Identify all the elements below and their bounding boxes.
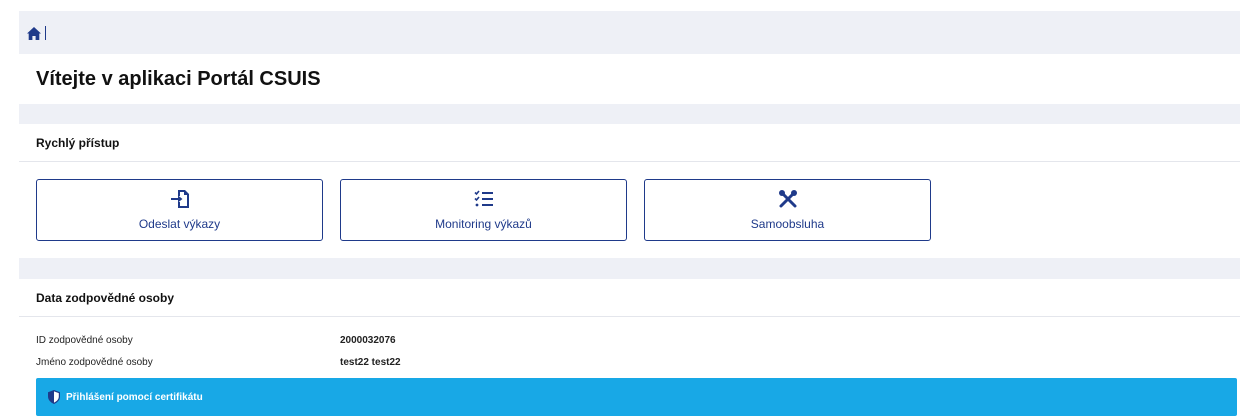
person-id-row: ID zodpovědné osoby 2000032076: [36, 335, 396, 346]
shield-icon: [48, 390, 60, 404]
breadcrumb: [27, 25, 46, 41]
send-reports-tile[interactable]: Odeslat výkazy: [36, 179, 323, 241]
title-card: Vítejte v aplikaci Portál CSUIS: [19, 54, 1240, 104]
page-frame: Vítejte v aplikaci Portál CSUIS Rychlý p…: [19, 11, 1240, 416]
quick-access-tiles: Odeslat výkazy Monitoring výkazů Samoobs…: [36, 179, 931, 241]
tools-icon: [778, 190, 797, 208]
responsible-person-card: Data zodpovědné osoby ID zodpovědné osob…: [19, 279, 1240, 416]
quick-access-header: Rychlý přístup: [19, 124, 1240, 162]
quick-access-card: Rychlý přístup Odeslat výkazy Monitoring…: [19, 124, 1240, 258]
certificate-login-bar: Přihlášení pomocí certifikátu: [36, 378, 1237, 416]
page-title: Vítejte v aplikaci Portál CSUIS: [36, 68, 321, 90]
self-service-label: Samoobsluha: [750, 217, 825, 231]
person-name-value: test22 test22: [340, 357, 401, 368]
self-service-tile[interactable]: Samoobsluha: [644, 179, 931, 241]
monitoring-reports-tile[interactable]: Monitoring výkazů: [340, 179, 627, 241]
person-name-row: Jméno zodpovědné osoby test22 test22: [36, 357, 401, 368]
home-icon[interactable]: [27, 26, 41, 40]
send-reports-label: Odeslat výkazy: [138, 217, 221, 231]
person-id-label: ID zodpovědné osoby: [36, 335, 133, 346]
monitoring-reports-label: Monitoring výkazů: [435, 217, 532, 231]
person-name-label: Jméno zodpovědné osoby: [36, 357, 153, 368]
certificate-login-label: Přihlášení pomocí certifikátu: [66, 391, 203, 403]
document-send-icon: [170, 190, 189, 208]
checklist-icon: [473, 190, 493, 207]
breadcrumb-separator: [45, 26, 46, 40]
responsible-person-header: Data zodpovědné osoby: [19, 279, 1240, 317]
person-id-value: 2000032076: [340, 335, 396, 346]
